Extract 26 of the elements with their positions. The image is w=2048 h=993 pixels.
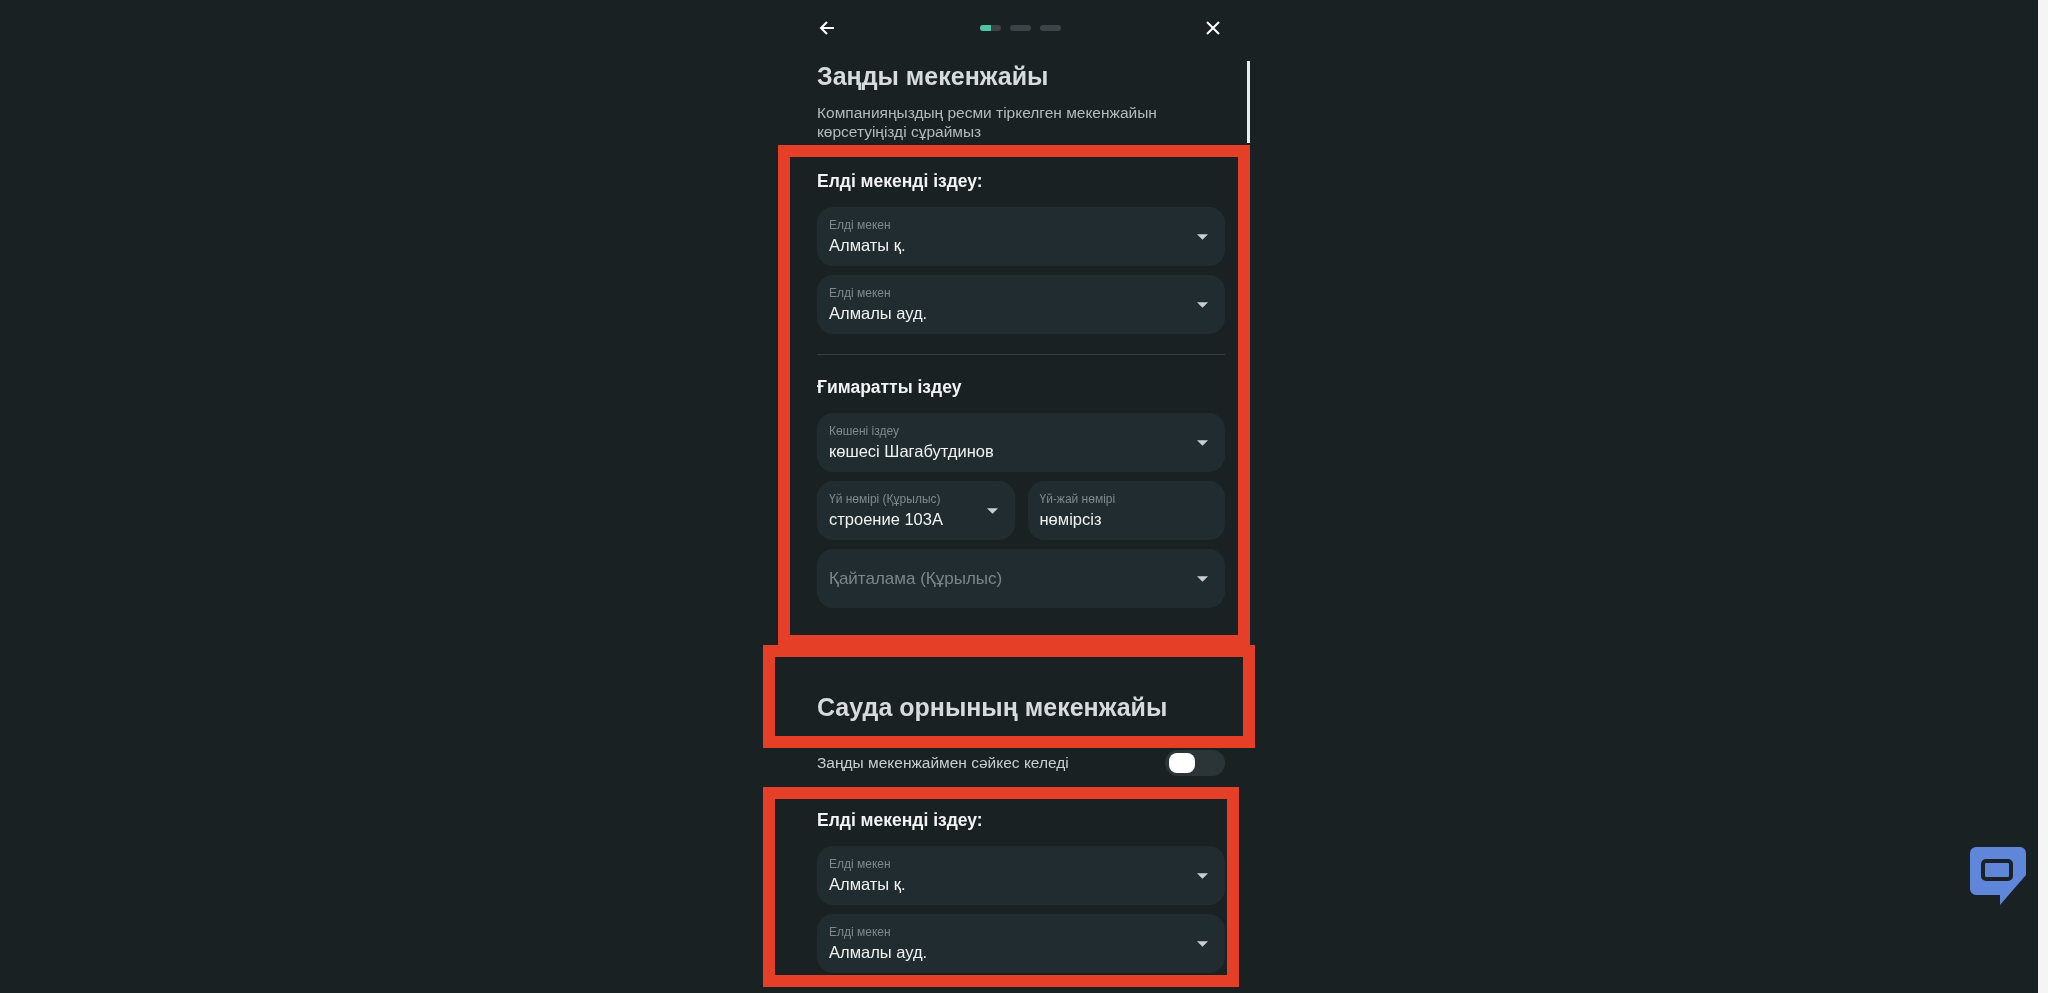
caret-icon: [1197, 940, 1208, 947]
toggle-switch[interactable]: [1165, 750, 1225, 776]
dropdown-field[interactable]: Үй нөмірі (Құрылыс) строение 103А: [817, 481, 1015, 540]
group-heading: Елді мекенді іздеу:: [817, 810, 984, 831]
dropdown-field[interactable]: Елді мекен Алмалы ауд.: [817, 275, 1225, 334]
dropdown-field[interactable]: Қайталама (Құрылыс): [817, 549, 1225, 608]
dropdown-field[interactable]: Елді мекен Алматы қ.: [817, 846, 1225, 905]
group-heading: Елді мекенді іздеу:: [817, 171, 984, 192]
caret-icon: [1197, 872, 1208, 879]
dropdown-field[interactable]: Көшені іздеу көшесі Шагабутдинов: [817, 413, 1225, 472]
dropdown-field[interactable]: Елді мекен Алматы қ.: [817, 207, 1225, 266]
caret-icon: [1197, 576, 1208, 582]
caret-icon: [1197, 439, 1208, 446]
caret-icon: [1197, 301, 1208, 308]
section-subtitle: Компанияңыздың ресми тіркелген мекенжайын көрсетуіңізді сұраймыз: [817, 103, 1158, 141]
chat-bubble-icon[interactable]: [1970, 847, 2026, 907]
toggle-label: Заңды мекенжаймен сәйкес келеді: [817, 754, 1069, 772]
input-field[interactable]: Үй-жай нөмірі нөмірсіз: [1027, 481, 1225, 540]
section-title: Заңды мекенжайы: [817, 62, 1050, 91]
group-heading: Ғимаратты іздеу: [817, 377, 963, 398]
section-title: Сауда орнының мекенжайы: [817, 693, 1169, 722]
caret-icon: [986, 507, 998, 514]
scrollbar-thumb[interactable]: [1247, 61, 1250, 143]
page-scrollbar[interactable]: [2038, 0, 2048, 993]
caret-icon: [1197, 233, 1208, 240]
dropdown-field[interactable]: Елді мекен Алмалы ауд.: [817, 914, 1225, 973]
